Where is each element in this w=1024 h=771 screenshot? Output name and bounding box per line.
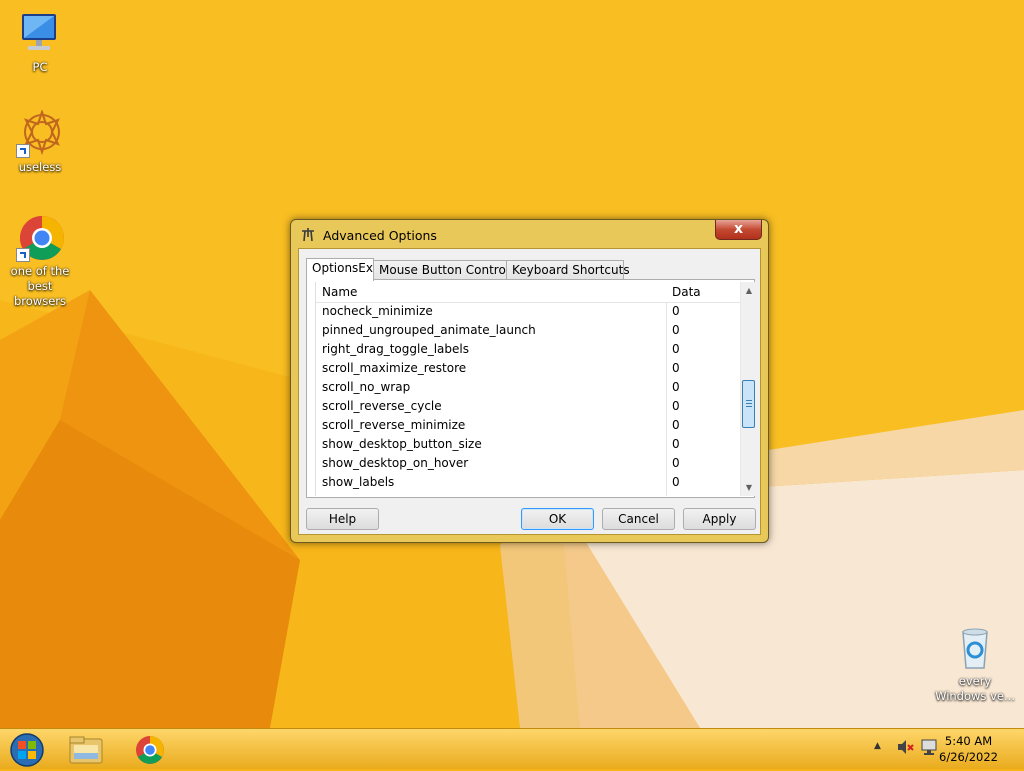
options-list[interactable]: Name Data nocheck_minimize 0 pinned_ungro…: [315, 282, 757, 496]
list-item[interactable]: pinned_ungrouped_animate_launch 0: [316, 321, 742, 340]
desktop-icon-recycle-bin[interactable]: every Windows ve...: [935, 624, 1015, 704]
list-item[interactable]: scroll_maximize_restore 0: [316, 359, 742, 378]
apply-button[interactable]: Apply: [683, 508, 756, 530]
option-value: 0: [672, 361, 680, 375]
option-name: show_desktop_on_hover: [322, 456, 469, 470]
vertical-scrollbar[interactable]: ▲ ▼: [740, 282, 757, 496]
option-value: 0: [672, 399, 680, 413]
list-rows: nocheck_minimize 0 pinned_ungrouped_anima…: [316, 302, 742, 492]
taskbar: ▲ 5:40 AM 6/26/2022: [0, 728, 1024, 769]
list-item[interactable]: show_desktop_on_hover 0: [316, 454, 742, 473]
desktop-icon-label: PC: [32, 60, 48, 74]
speaker-muted-icon[interactable]: [896, 738, 914, 759]
option-value: 0: [672, 304, 680, 318]
option-name: scroll_maximize_restore: [322, 361, 467, 375]
option-value: 0: [672, 380, 680, 394]
show-hidden-icons-icon[interactable]: ▲: [874, 741, 881, 751]
mandala-icon: [16, 108, 64, 158]
option-value: 0: [672, 323, 680, 337]
list-item[interactable]: show_labels 0: [316, 473, 742, 492]
dialog-titlebar[interactable]: Advanced Options x: [291, 220, 768, 248]
option-name: nocheck_minimize: [322, 304, 433, 318]
option-name: show_labels: [322, 475, 395, 489]
scroll-down-icon[interactable]: ▼: [741, 479, 757, 496]
option-value: 0: [672, 437, 680, 451]
file-explorer-icon[interactable]: [66, 731, 106, 767]
desktop-icon-useless[interactable]: useless: [0, 108, 80, 175]
desktop-icon-label: useless: [18, 160, 62, 174]
options-panel: Name Data nocheck_minimize 0 pinned_ungro…: [306, 279, 757, 498]
option-name: right_drag_toggle_labels: [322, 342, 469, 356]
tray-clock[interactable]: 5:40 AM 6/26/2022: [939, 733, 998, 765]
option-value: 0: [672, 342, 680, 356]
desktop-icon-chrome[interactable]: one of the best browsers: [0, 214, 80, 309]
list-item[interactable]: nocheck_minimize 0: [316, 302, 742, 321]
option-name: show_desktop_button_size: [322, 437, 482, 451]
column-header-data[interactable]: Data: [672, 285, 701, 299]
tab-keyboard-shortcuts[interactable]: Keyboard Shortcuts: [506, 260, 630, 280]
scroll-thumb[interactable]: [742, 380, 755, 428]
computer-icon: [16, 10, 64, 58]
grip-icon: [746, 400, 752, 401]
list-header: Name Data: [316, 282, 742, 303]
option-name: scroll_reverse_minimize: [322, 418, 466, 432]
chrome-icon[interactable]: [130, 731, 170, 767]
option-name: scroll_no_wrap: [322, 380, 411, 394]
column-header-name[interactable]: Name: [322, 285, 357, 299]
cancel-button[interactable]: Cancel: [602, 508, 675, 530]
list-item[interactable]: scroll_reverse_minimize 0: [316, 416, 742, 435]
recycle-bin-icon: [951, 624, 999, 672]
shortcut-arrow-icon: [16, 144, 30, 158]
start-orb-icon[interactable]: [8, 732, 46, 768]
ok-button[interactable]: OK: [521, 508, 594, 530]
tray-time: 5:40 AM: [944, 734, 993, 748]
chrome-icon: [16, 214, 64, 262]
desktop-icon-label: one of the best browsers: [10, 264, 70, 308]
option-name: scroll_reverse_cycle: [322, 399, 442, 413]
scroll-up-icon[interactable]: ▲: [741, 282, 757, 299]
option-value: 0: [672, 475, 680, 489]
list-item[interactable]: scroll_reverse_cycle 0: [316, 397, 742, 416]
help-button[interactable]: Help: [306, 508, 379, 530]
close-button[interactable]: x: [715, 220, 762, 240]
option-value: 0: [672, 418, 680, 432]
tab-optionsex[interactable]: OptionsEx: [306, 258, 374, 281]
app-icon: [300, 227, 316, 243]
dialog-title: Advanced Options: [323, 228, 437, 243]
advanced-options-dialog: Advanced Options x OptionsEx Mouse Butto…: [290, 219, 769, 543]
list-item[interactable]: show_desktop_button_size 0: [316, 435, 742, 454]
desktop-icon-label: every Windows ve...: [935, 674, 1015, 703]
shortcut-arrow-icon: [16, 248, 30, 262]
list-item[interactable]: right_drag_toggle_labels 0: [316, 340, 742, 359]
list-item[interactable]: scroll_no_wrap 0: [316, 378, 742, 397]
desktop-icon-pc[interactable]: PC: [0, 10, 80, 75]
option-value: 0: [672, 456, 680, 470]
tray-date: 6/26/2022: [939, 750, 998, 764]
tab-mouse-button-control[interactable]: Mouse Button Control: [373, 260, 509, 280]
option-name: pinned_ungrouped_animate_launch: [322, 323, 536, 337]
network-icon[interactable]: [920, 738, 938, 759]
dialog-client-area: OptionsEx Mouse Button Control Keyboard …: [298, 248, 761, 535]
